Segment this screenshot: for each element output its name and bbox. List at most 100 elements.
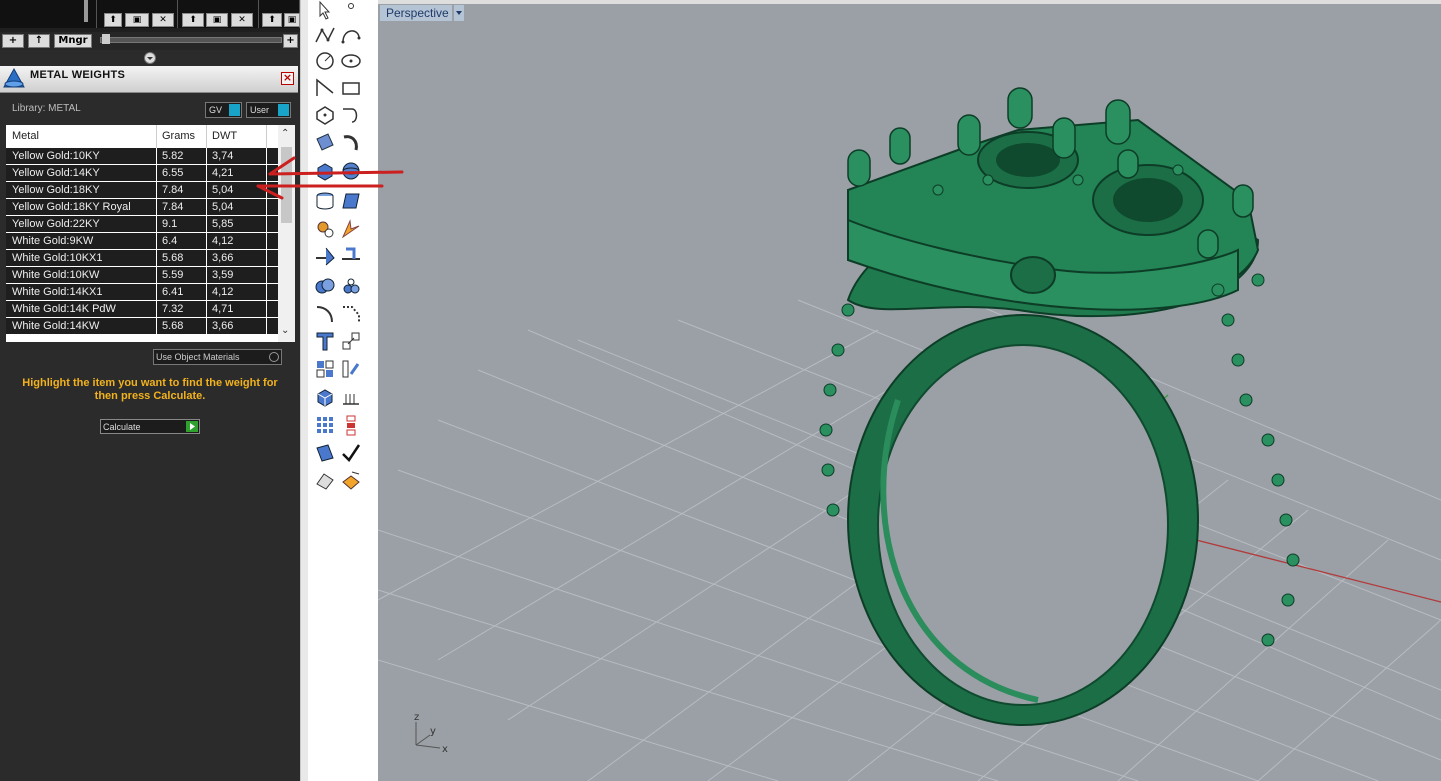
check-icon[interactable] (340, 442, 362, 464)
fillet-icon[interactable] (314, 303, 336, 325)
calculate-button[interactable]: Calculate (100, 419, 200, 434)
dwt-value: 3,66 (212, 320, 234, 332)
material-icon[interactable] (314, 470, 336, 492)
table-row[interactable]: White Gold:14KW 5.68 3,66 (6, 318, 278, 335)
close-icon[interactable]: ✕ (231, 13, 253, 27)
table-row[interactable]: Yellow Gold:18KY 7.84 5,04 (6, 182, 278, 199)
analyze-icon[interactable] (340, 470, 362, 492)
metal-name: White Gold:14KW (12, 320, 100, 332)
use-object-materials-option[interactable]: Use Object Materials (153, 349, 282, 365)
grams-value: 7.84 (162, 184, 184, 196)
move-up-button[interactable]: ↑ (28, 34, 50, 48)
align-icon[interactable] (340, 358, 362, 380)
close-icon[interactable]: × (281, 72, 294, 85)
scroll-up-icon[interactable]: ⌃ (281, 128, 289, 139)
toggle-indicator (229, 104, 240, 116)
user-toggle[interactable]: User (246, 102, 291, 118)
render-icon[interactable] (314, 442, 336, 464)
save-icon[interactable]: ▣ (284, 13, 300, 27)
split-icon[interactable] (314, 245, 336, 267)
rectangle-icon[interactable] (340, 77, 362, 99)
table-body: Yellow Gold:10KY 5.82 3,74 Yellow Gold:14K… (6, 148, 278, 335)
gumball-icon[interactable] (340, 414, 362, 436)
table-row[interactable]: Yellow Gold:14KY 6.55 4,21 (6, 165, 278, 182)
add-button[interactable]: + (2, 34, 24, 48)
collapse-icon[interactable] (143, 52, 157, 64)
mesh-icon[interactable] (314, 386, 336, 408)
metal-name: White Gold:10KX1 (12, 252, 103, 264)
trim-icon[interactable] (340, 245, 362, 267)
axis-label-y: y (430, 726, 436, 737)
grams-value: 6.41 (162, 286, 184, 298)
boolean-icon[interactable] (314, 275, 336, 297)
column-header-metal[interactable]: Metal (12, 130, 39, 142)
up-icon[interactable]: ⬆ (104, 13, 122, 27)
dwt-value: 5,04 (212, 201, 234, 213)
polygon-icon[interactable] (314, 104, 336, 126)
dwt-value: 3,74 (212, 150, 234, 162)
dwt-value: 5,85 (212, 218, 234, 230)
user-label: User (250, 105, 270, 115)
metal-name: White Gold:14K PdW (12, 303, 116, 315)
radio-icon[interactable] (269, 352, 279, 362)
dwt-value: 4,71 (212, 303, 234, 315)
table-row[interactable]: Yellow Gold:18KY Royal 7.84 5,04 (6, 199, 278, 216)
arc-icon[interactable] (314, 77, 336, 99)
gv-toggle[interactable]: GV (205, 102, 242, 118)
instruction-text: Highlight the item you want to find the … (22, 377, 278, 402)
text-icon[interactable] (314, 330, 336, 352)
slider-handle[interactable] (102, 34, 110, 44)
point-icon[interactable] (340, 0, 362, 22)
array-icon[interactable] (340, 275, 362, 297)
calculate-label: Calculate (103, 422, 141, 432)
grams-value: 7.32 (162, 303, 184, 315)
layer-slot-1[interactable] (0, 0, 97, 28)
metal-name: Yellow Gold:18KY Royal (12, 201, 131, 213)
column-header-grams[interactable]: Grams (162, 130, 195, 142)
column-header-dwt[interactable]: DWT (212, 130, 237, 142)
plus-button[interactable]: + (283, 34, 298, 48)
select-arrow-icon[interactable] (314, 0, 336, 22)
polyline-icon[interactable] (314, 24, 336, 46)
metal-name: Yellow Gold:10KY (12, 150, 100, 162)
up-icon[interactable]: ⬆ (182, 13, 204, 27)
dwt-value: 5,04 (212, 184, 234, 196)
grams-value: 5.59 (162, 269, 184, 281)
table-row[interactable]: White Gold:10KX1 5.68 3,66 (6, 250, 278, 267)
freeform-curve-icon[interactable] (340, 104, 362, 126)
group-icon[interactable] (314, 358, 336, 380)
burst-icon[interactable] (340, 218, 362, 240)
curve-icon[interactable] (340, 24, 362, 46)
play-icon (186, 421, 198, 432)
table-row[interactable]: White Gold:14K PdW 7.32 4,71 (6, 301, 278, 318)
viewport-menu-arrow-icon[interactable] (454, 5, 464, 21)
circle-icon[interactable] (314, 50, 336, 72)
ellipse-icon[interactable] (340, 50, 362, 72)
panel-header: METAL WEIGHTS × (0, 66, 298, 93)
up-icon[interactable]: ⬆ (262, 13, 282, 27)
grid-array-icon[interactable] (314, 414, 336, 436)
metal-name: White Gold:9KW (12, 235, 94, 247)
manager-button[interactable]: Mngr (54, 34, 92, 48)
close-icon[interactable]: ✕ (152, 13, 174, 27)
grams-value: 9.1 (162, 218, 178, 230)
grams-value: 5.82 (162, 150, 184, 162)
layer-scroll[interactable] (84, 0, 88, 22)
table-row[interactable]: Yellow Gold:10KY 5.82 3,74 (6, 148, 278, 165)
layer-strip: ⬆ ▣ ✕ ⬆ ▣ ✕ ⬆ ▣ (0, 0, 300, 32)
dimension-icon[interactable] (340, 386, 362, 408)
gear-explode-icon[interactable] (314, 218, 336, 240)
perspective-viewport[interactable]: z y x (378, 0, 1441, 781)
table-row[interactable]: White Gold:9KW 6.4 4,12 (6, 233, 278, 250)
save-icon[interactable]: ▣ (206, 13, 228, 27)
chamfer-icon[interactable] (340, 303, 362, 325)
save-icon[interactable]: ▣ (125, 13, 149, 27)
viewport-title-tab[interactable]: Perspective (380, 5, 452, 21)
scroll-down-icon[interactable]: ⌄ (281, 325, 289, 336)
table-row[interactable]: Yellow Gold:22KY 9.1 5,85 (6, 216, 278, 233)
scale-icon[interactable] (340, 330, 362, 352)
axis-indicator-icon (415, 722, 441, 749)
opacity-slider[interactable] (100, 37, 282, 43)
table-row[interactable]: White Gold:10KW 5.59 3,59 (6, 267, 278, 284)
table-row[interactable]: White Gold:14KX1 6.41 4,12 (6, 284, 278, 301)
